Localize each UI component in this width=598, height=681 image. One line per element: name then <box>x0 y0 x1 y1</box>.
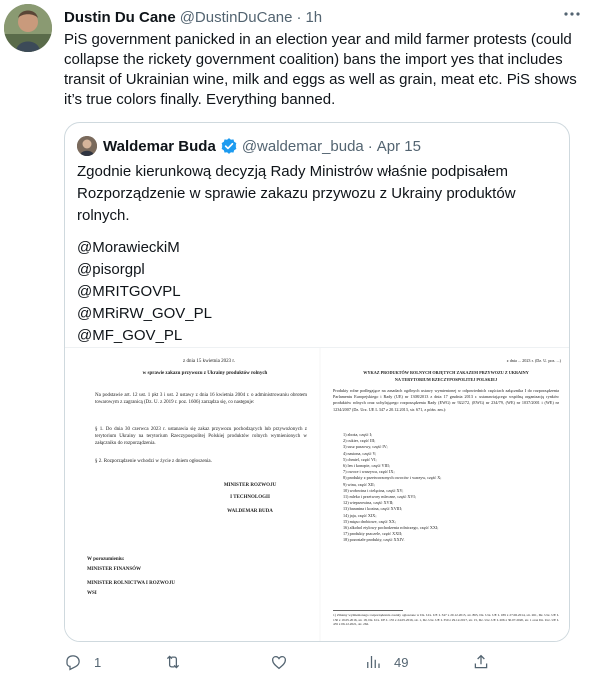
doc-minister-1: MINISTER FINANSÓW <box>87 567 142 572</box>
doc-signature-name: WALDEMAR BUDA <box>227 509 273 514</box>
author-avatar-image <box>4 4 52 52</box>
doc-minister-2: MINISTER ROLNICTWA I ROZWOJU <box>87 581 175 586</box>
retweet-button[interactable] <box>164 650 194 674</box>
mention-list: @MorawieckiM @pisorgpl @MRITGOVPL @MRiRW… <box>77 237 212 347</box>
doc-signature-line-2: I TECHNOLOGII <box>230 495 270 500</box>
views-button[interactable]: 49 <box>364 650 408 674</box>
doc2-date-line: z dnia ... 2023 r. (Dz. U. poz. ...) <box>506 358 561 363</box>
mention-link[interactable]: @MRiRW_GOV_PL <box>77 303 212 325</box>
author-avatar[interactable] <box>4 4 52 52</box>
tweet[interactable]: Dustin Du Cane @DustinDuCane · 1h PiS go… <box>0 0 598 681</box>
share-icon <box>474 654 488 669</box>
verified-badge-icon <box>221 138 237 154</box>
reply-count: 1 <box>94 654 102 670</box>
doc-agreement-label: W porozumieniu: <box>87 557 125 562</box>
retweet-icon <box>166 655 180 669</box>
like-button[interactable] <box>270 650 300 674</box>
tweet-actions: 1 49 <box>64 650 584 674</box>
doc-date-line: z dnia 15 kwietnia 2023 r. <box>183 359 235 364</box>
doc-paragraph-1: Na podstawie art. 12 ust. 1 pkt 3 i ust.… <box>95 393 307 405</box>
separator-dot: · <box>367 137 373 155</box>
author-handle[interactable]: @DustinDuCane <box>180 9 293 26</box>
mention-link[interactable]: @MRITGOVPL <box>77 281 212 303</box>
mention-link[interactable]: @MF_GOV_PL <box>77 325 212 347</box>
quoted-tweet-text: Zgodnie kierunkową decyzją Rady Ministró… <box>77 163 516 224</box>
reply-button[interactable]: 1 <box>64 650 101 674</box>
quoted-author-handle[interactable]: @waldemar_buda <box>242 138 364 155</box>
quoted-tweet-header: Waldemar Buda @waldemar_buda · Apr 15 <box>77 135 557 157</box>
views-count: 49 <box>394 654 409 670</box>
doc-minister-3: WSI <box>87 591 97 596</box>
doc-signature-line-1: MINISTER ROZWOJU <box>223 483 277 488</box>
quoted-author-name[interactable]: Waldemar Buda <box>103 138 216 155</box>
doc2-item-list: 1) zboża, część I; 2) cukier, część III;… <box>343 432 553 544</box>
doc-paragraph-2: § 1. Do dnia 30 czerwca 2023 r. ustanawi… <box>95 427 307 446</box>
views-icon <box>367 656 380 668</box>
quoted-author-avatar <box>77 136 97 156</box>
author-name[interactable]: Dustin Du Cane <box>64 9 176 26</box>
doc2-title-2: NA TERYTORIUM RZECZYPOSPOLITEJ POLSKIEJ <box>394 377 498 382</box>
share-button[interactable] <box>472 650 490 674</box>
like-icon <box>271 655 287 670</box>
mention-link[interactable]: @pisorgpl <box>77 259 212 281</box>
tweet-timestamp[interactable]: 1h <box>305 9 322 26</box>
document-page-2: z dnia ... 2023 r. (Dz. U. poz. ...) WYK… <box>321 348 569 641</box>
doc-title: w sprawie zakazu przywozu z Ukrainy prod… <box>142 371 268 376</box>
more-horizontal-icon[interactable] <box>560 6 584 26</box>
document-image[interactable]: z dnia 15 kwietnia 2023 r. w sprawie zak… <box>65 347 569 641</box>
doc2-title-1: WYKAZ PRODUKTÓW ROLNYCH OBJĘTYCH ZAKAZEM… <box>363 370 529 375</box>
doc-paragraph-3: § 2. Rozporządzenie wchodzi w życie z dn… <box>95 459 212 464</box>
separator-dot: · <box>296 8 302 26</box>
doc2-item: 18) pozostałe produkty, część XXIV. <box>343 537 405 543</box>
doc2-intro: Produkty rolne podlegające na zasadach o… <box>333 388 559 412</box>
tweet-text: PiS government panicked in an election y… <box>64 31 577 108</box>
tweet-header: Dustin Du Cane @DustinDuCane · 1h <box>64 6 582 28</box>
doc2-footnote: 1) Zmiany wymienionego rozporządzenia zo… <box>333 613 559 627</box>
doc2-footnote-rule <box>333 610 403 611</box>
reply-icon <box>66 655 80 671</box>
quoted-tweet[interactable]: Waldemar Buda @waldemar_buda · Apr 15 Zg… <box>64 122 570 642</box>
document-page-1: z dnia 15 kwietnia 2023 r. w sprawie zak… <box>65 348 319 641</box>
quoted-tweet-date[interactable]: Apr 15 <box>377 138 421 155</box>
mention-link[interactable]: @MorawieckiM <box>77 237 212 259</box>
